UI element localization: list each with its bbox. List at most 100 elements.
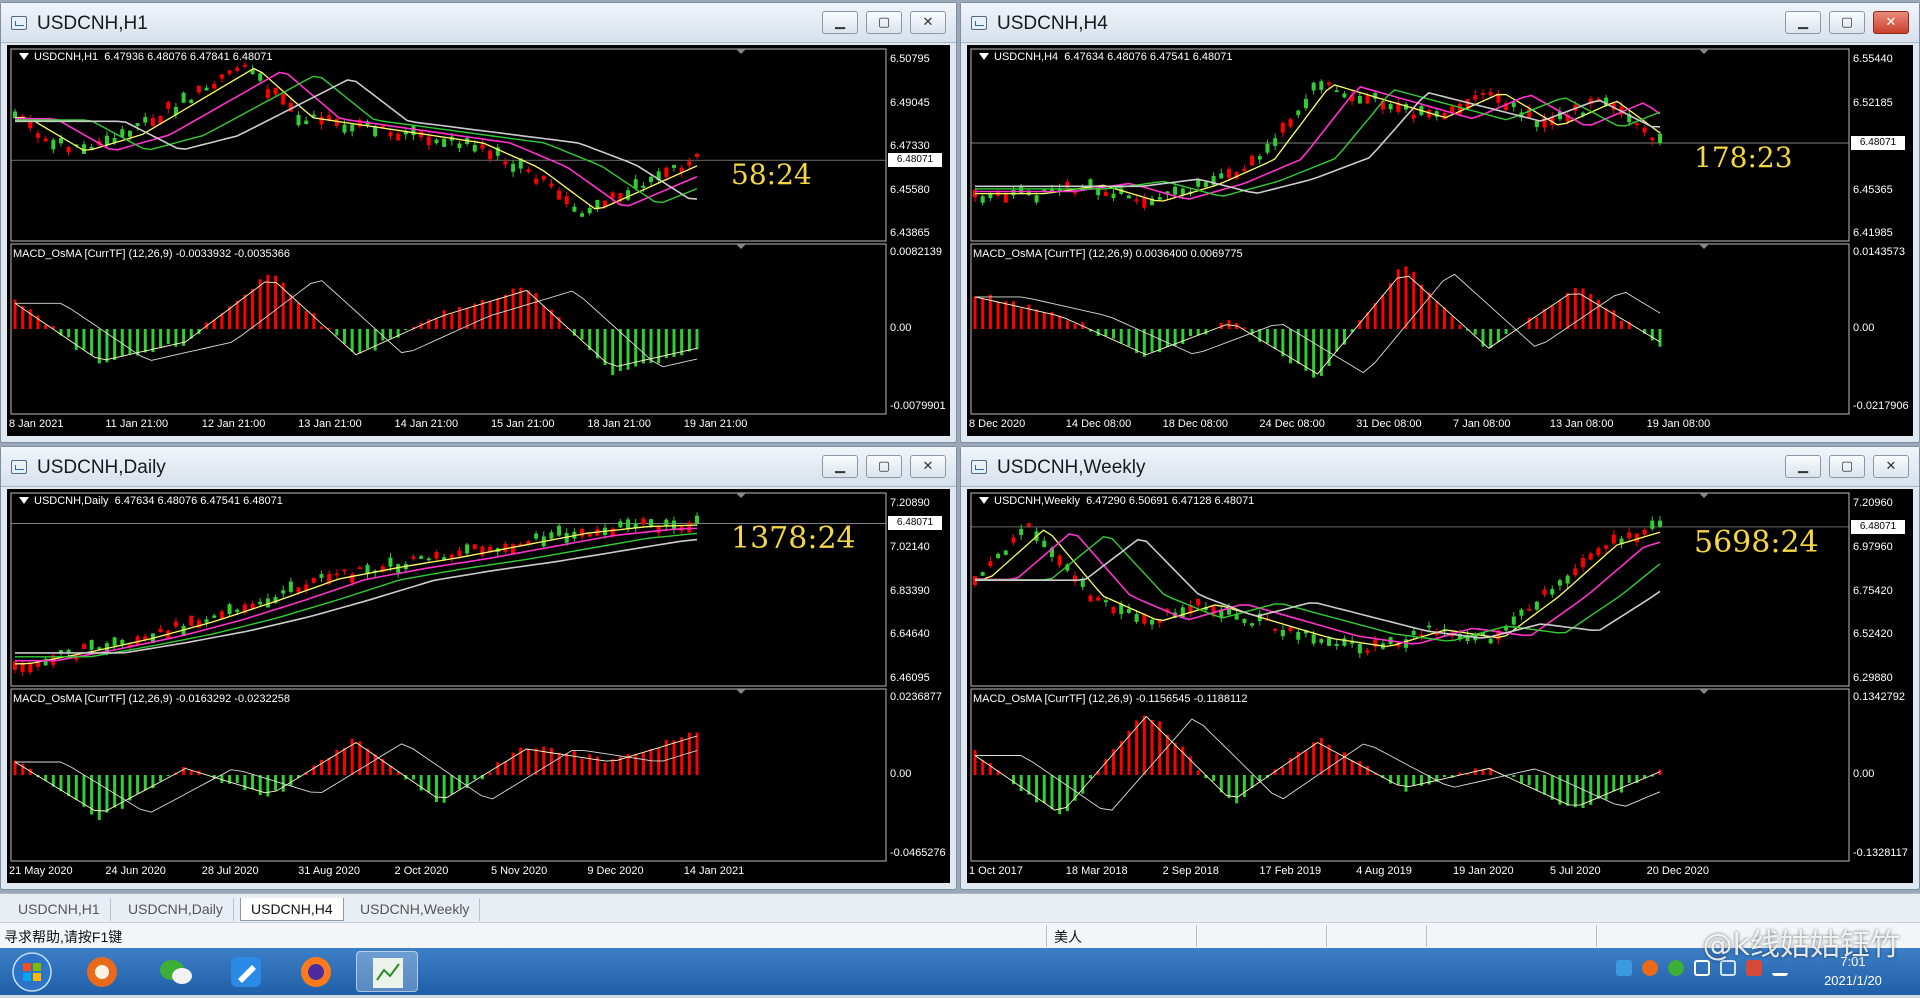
firefox-taskbar-button[interactable] — [286, 951, 346, 992]
status-profile: 美人 — [1054, 927, 1082, 947]
tab-usdcnh-h4[interactable]: USDCNH,H4 — [240, 898, 344, 921]
price-axis-label: 6.45365 — [1853, 184, 1893, 196]
time-axis-label: 7 Jan 08:00 — [1453, 418, 1511, 430]
watermark: @k线姑姑钰竹 — [1703, 920, 1900, 964]
time-axis-label: 18 Jan 21:00 — [587, 418, 651, 430]
time-axis-label: 12 Jan 21:00 — [202, 418, 266, 430]
collapse-triangle-icon[interactable] — [19, 497, 29, 504]
price-axis-label: 7.02140 — [890, 541, 930, 553]
current-price-marker: 6.48071 — [888, 153, 942, 167]
window-title: USDCNH,H1 — [37, 13, 148, 35]
time-axis-label: 31 Aug 2020 — [298, 865, 360, 877]
tray-app-icon[interactable] — [1642, 960, 1658, 976]
window-titlebar[interactable]: USDCNH,H4 ▁ ▢ ✕ — [961, 3, 1919, 43]
time-axis-label: 19 Jan 2020 — [1453, 865, 1514, 877]
time-axis-label: 8 Jan 2021 — [9, 418, 63, 430]
macd-axis-label: 0.00 — [890, 322, 911, 334]
notes-icon — [216, 951, 276, 992]
trading-terminal-taskbar-button[interactable] — [356, 951, 418, 992]
collapse-triangle-icon[interactable] — [979, 497, 989, 504]
chart-window-h4[interactable]: USDCNH,H4 ▁ ▢ ✕ USDCNH,H4 6.47634 6.4807… — [960, 2, 1920, 443]
tab-usdcnh-weekly[interactable]: USDCNH,Weekly — [350, 898, 480, 921]
wechat-icon — [146, 951, 206, 992]
chart-window-weekly[interactable]: USDCNH,Weekly ▁ ▢ ✕ USDCNH,Weekly 6.4729… — [960, 446, 1920, 890]
start-orb-button[interactable] — [4, 951, 60, 992]
ie-taskbar-button[interactable] — [72, 951, 132, 992]
window-titlebar[interactable]: USDCNH,H1 ▁ ▢ ✕ — [1, 3, 956, 43]
price-axis-label: 6.97960 — [1853, 541, 1893, 553]
price-axis-label: 6.47330 — [890, 140, 930, 152]
maximize-button[interactable]: ▢ — [1829, 11, 1865, 34]
candle-countdown-timer: 178:23 — [1694, 141, 1793, 174]
maximize-button[interactable]: ▢ — [866, 11, 902, 34]
tab-usdcnh-daily[interactable]: USDCNH,Daily — [118, 898, 234, 921]
time-axis-label: 19 Jan 21:00 — [684, 418, 748, 430]
price-chart-svg — [967, 45, 1913, 436]
macd-indicator-label: MACD_OsMA [CurrTF] (12,26,9) 0.0036400 0… — [973, 248, 1243, 260]
chart-area[interactable]: USDCNH,H4 6.47634 6.48076 6.47541 6.4807… — [967, 45, 1913, 436]
close-button[interactable]: ✕ — [1873, 455, 1909, 478]
minimize-button[interactable]: ▁ — [822, 11, 858, 34]
time-axis-label: 11 Jan 21:00 — [105, 418, 168, 430]
close-button[interactable]: ✕ — [910, 11, 946, 34]
close-button[interactable]: ✕ — [910, 455, 946, 478]
time-axis-label: 13 Jan 21:00 — [298, 418, 362, 430]
chart-window-icon — [971, 460, 987, 474]
tray-wechat-icon[interactable] — [1668, 960, 1684, 976]
minimize-button[interactable]: ▁ — [822, 455, 858, 478]
time-axis-label: 18 Mar 2018 — [1066, 865, 1128, 877]
chart-area[interactable]: USDCNH,H1 6.47936 6.48076 6.47841 6.4807… — [7, 45, 950, 436]
time-axis-label: 14 Dec 08:00 — [1066, 418, 1131, 430]
notes-taskbar-button[interactable] — [216, 951, 276, 992]
chart-window-icon — [11, 460, 27, 474]
time-axis-label: 2 Sep 2018 — [1163, 865, 1219, 877]
minimize-button[interactable]: ▁ — [1785, 455, 1821, 478]
macd-indicator-label: MACD_OsMA [CurrTF] (12,26,9) -0.0163292 … — [13, 693, 290, 705]
window-titlebar[interactable]: USDCNH,Daily ▁ ▢ ✕ — [1, 447, 956, 487]
macd-axis-label: 0.0082139 — [890, 246, 942, 258]
time-axis-label: 5 Nov 2020 — [491, 865, 547, 877]
time-axis-label: 18 Dec 08:00 — [1163, 418, 1228, 430]
tray-network-icon[interactable] — [1616, 960, 1632, 976]
time-axis-label: 28 Jul 2020 — [202, 865, 259, 877]
tab-usdcnh-h1[interactable]: USDCNH,H1 — [8, 898, 111, 921]
time-axis-label: 14 Jan 21:00 — [395, 418, 459, 430]
status-help-text: 寻求帮助,请按F1键 — [4, 927, 122, 947]
time-axis-label: 1 Oct 2017 — [969, 865, 1023, 877]
chart-window-h1[interactable]: USDCNH,H1 ▁ ▢ ✕ USDCNH,H1 6.47936 6.4807… — [0, 2, 957, 443]
window-titlebar[interactable]: USDCNH,Weekly ▁ ▢ ✕ — [961, 447, 1919, 487]
price-axis-label: 6.46095 — [890, 672, 930, 684]
firefox-icon — [286, 951, 346, 992]
chart-area[interactable]: USDCNH,Daily 6.47634 6.48076 6.47541 6.4… — [7, 489, 950, 883]
windows-logo-icon — [4, 951, 60, 992]
wechat-taskbar-button[interactable] — [146, 951, 206, 992]
current-price-marker: 6.48071 — [888, 516, 942, 530]
price-axis-label: 6.49045 — [890, 97, 930, 109]
close-button[interactable]: ✕ — [1873, 11, 1909, 34]
collapse-triangle-icon[interactable] — [979, 53, 989, 60]
time-axis-label: 2 Oct 2020 — [395, 865, 449, 877]
time-axis-label: 13 Jan 08:00 — [1550, 418, 1614, 430]
maximize-button[interactable]: ▢ — [1829, 455, 1865, 478]
chart-area[interactable]: USDCNH,Weekly 6.47290 6.50691 6.47128 6.… — [967, 489, 1913, 883]
symbol-ohlc-line: USDCNH,Daily 6.47634 6.48076 6.47541 6.4… — [19, 495, 283, 507]
price-axis-label: 6.83390 — [890, 585, 930, 597]
price-axis-label: 6.52185 — [1853, 97, 1893, 109]
price-axis-label: 7.20890 — [890, 497, 930, 509]
candle-countdown-timer: 58:24 — [731, 158, 812, 191]
time-axis-label: 15 Jan 21:00 — [491, 418, 555, 430]
symbol-ohlc-line: USDCNH,Weekly 6.47290 6.50691 6.47128 6.… — [979, 495, 1254, 507]
taskbar: 7:01 2021/1/20 — [0, 948, 1920, 995]
minimize-button[interactable]: ▁ — [1785, 11, 1821, 34]
maximize-button[interactable]: ▢ — [866, 455, 902, 478]
current-price-marker: 6.48071 — [1851, 136, 1905, 150]
time-axis-label: 5 Jul 2020 — [1550, 865, 1601, 877]
macd-axis-label: -0.0079901 — [890, 400, 946, 412]
chart-tab-bar: USDCNH,H1 USDCNH,Daily USDCNH,H4 USDCNH,… — [0, 893, 1920, 922]
price-axis-label: 7.20960 — [1853, 497, 1893, 509]
price-axis-label: 6.43865 — [890, 227, 930, 239]
collapse-triangle-icon[interactable] — [19, 53, 29, 60]
price-axis-label: 6.29880 — [1853, 672, 1893, 684]
time-axis-label: 24 Jun 2020 — [105, 865, 166, 877]
chart-window-daily[interactable]: USDCNH,Daily ▁ ▢ ✕ USDCNH,Daily 6.47634 … — [0, 446, 957, 890]
